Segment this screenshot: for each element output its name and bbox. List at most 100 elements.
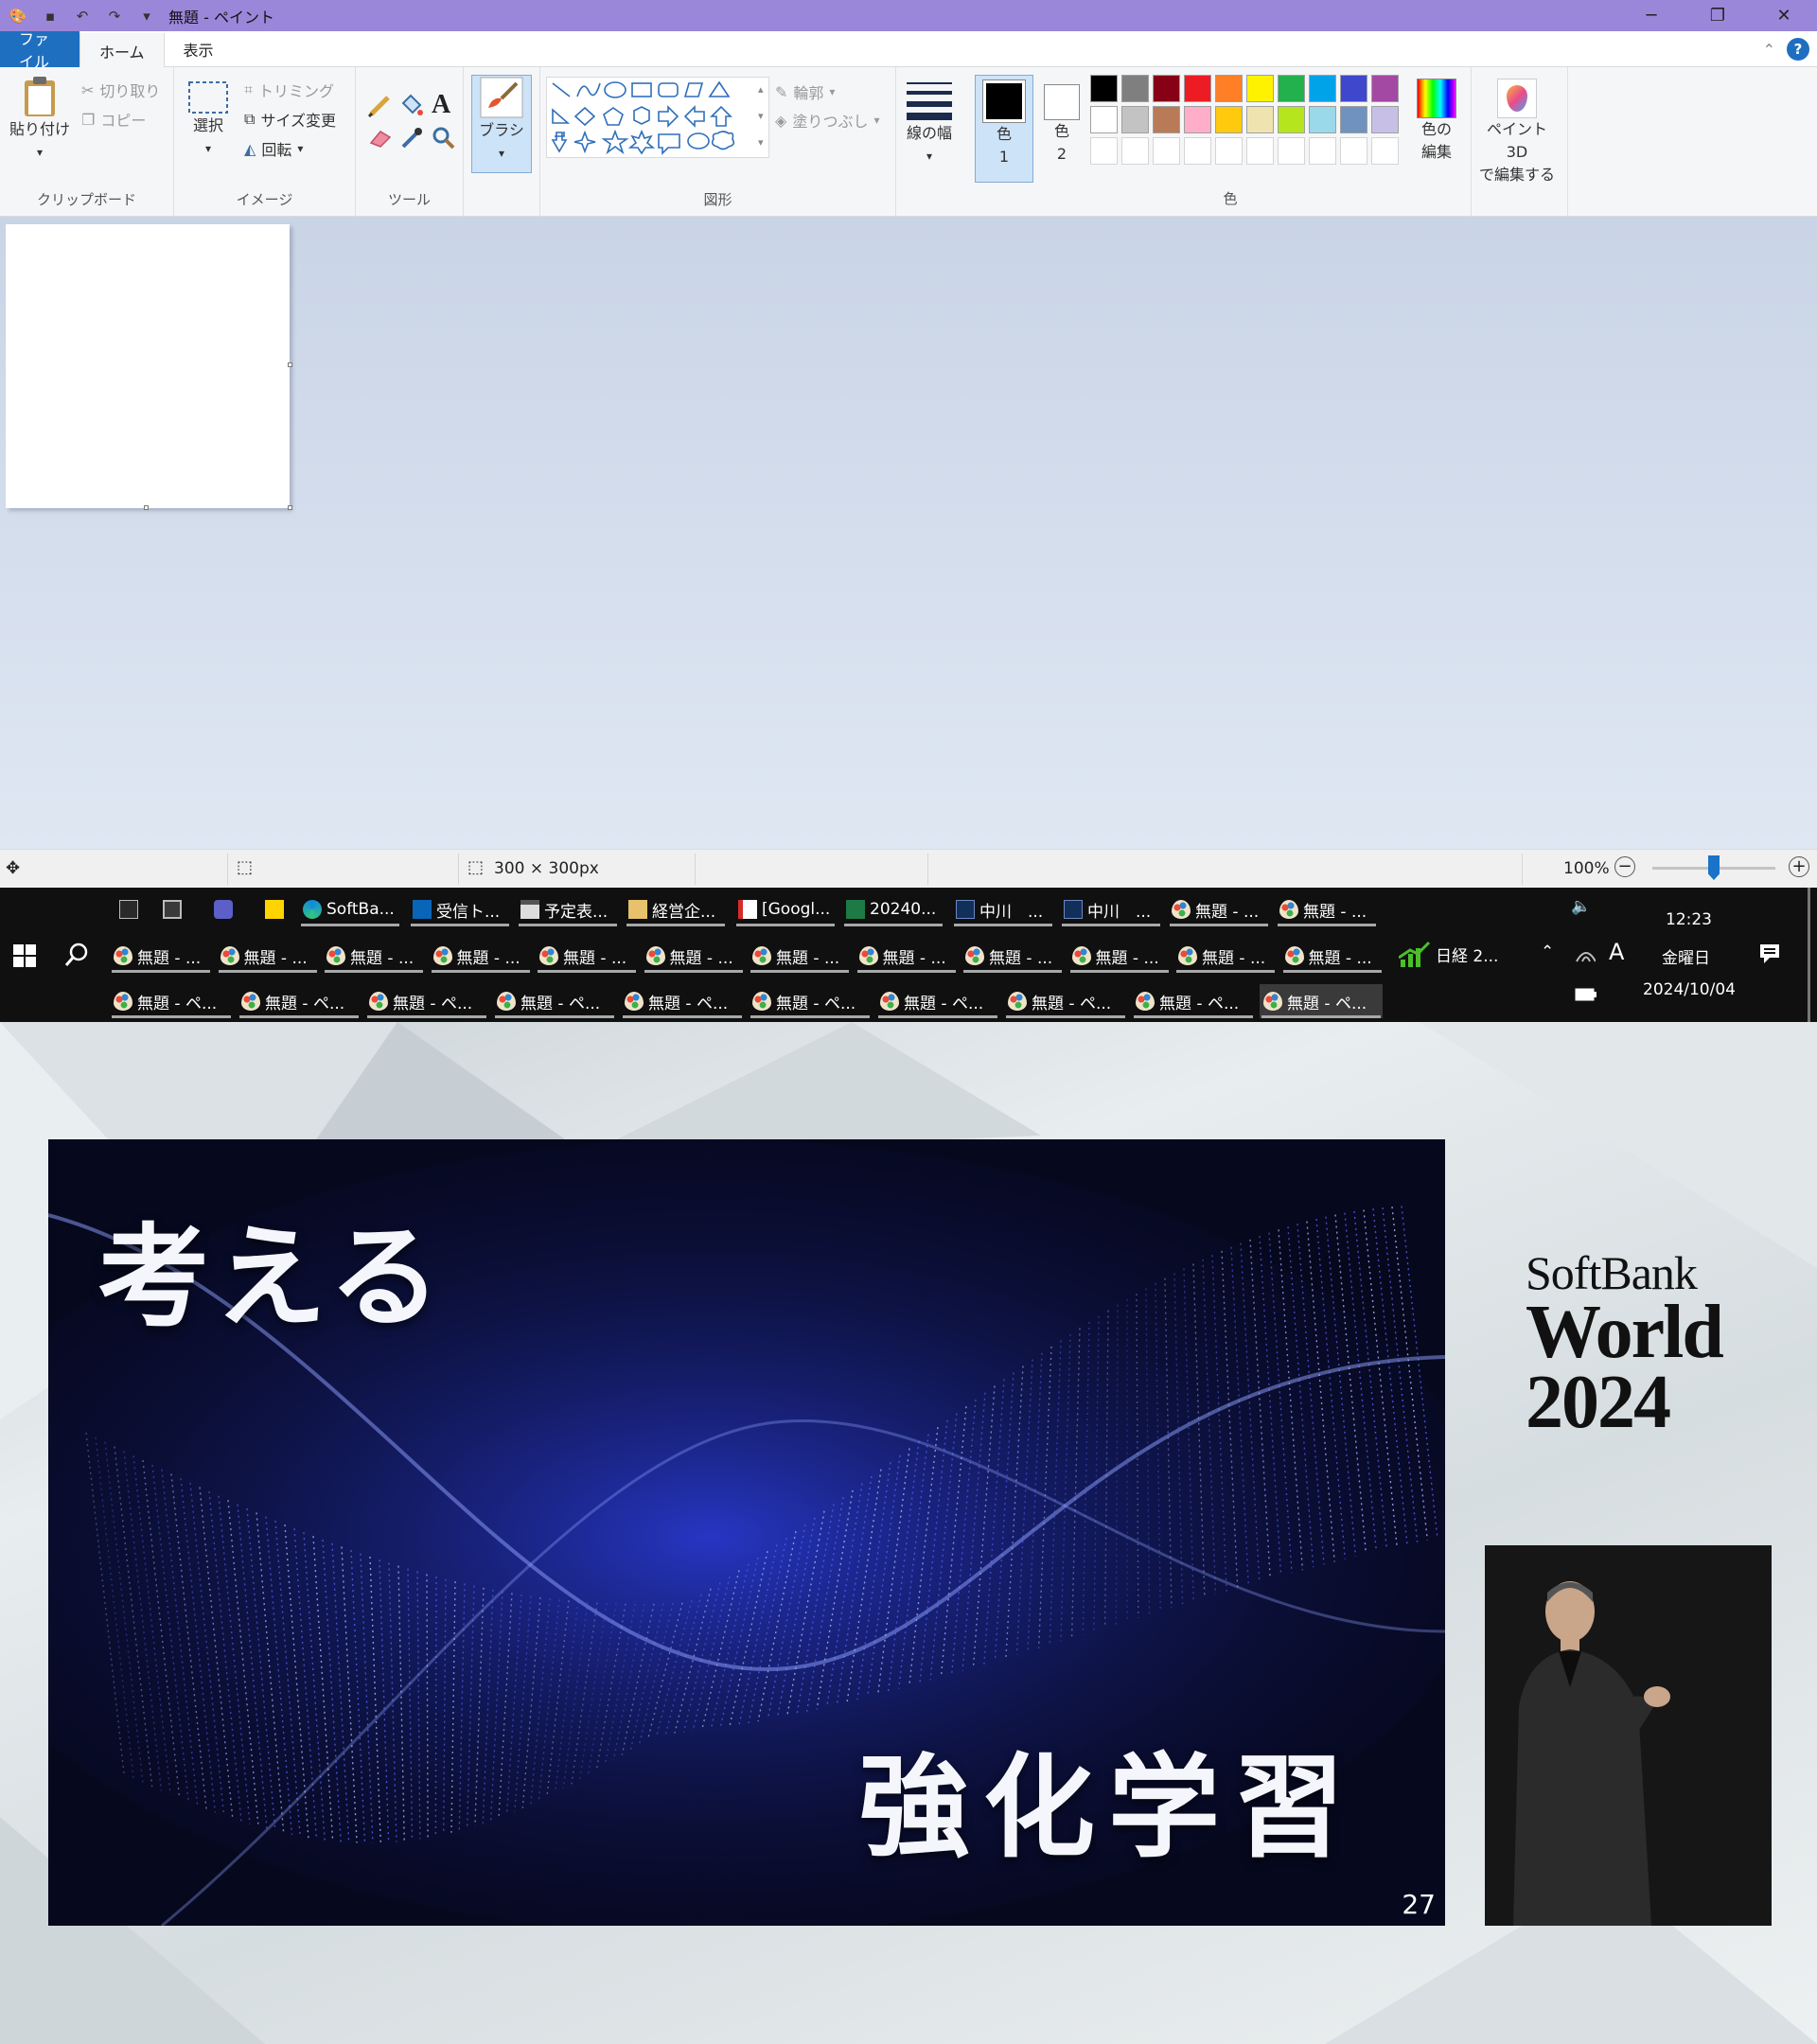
show-desktop-button[interactable] — [1808, 888, 1810, 1022]
rotate-button[interactable]: ◭ 回転 ▾ — [244, 137, 303, 160]
custom-color-slot[interactable] — [1246, 137, 1274, 165]
battery-icon[interactable] — [1575, 988, 1597, 1001]
taskbar-button[interactable]: 無題 - ... — [1174, 939, 1277, 973]
fill-button[interactable]: ◈ 塗りつぶし ▾ — [775, 109, 880, 132]
pencil-icon[interactable] — [367, 94, 392, 118]
taskbar-button[interactable]: 無題 - ... — [643, 939, 745, 973]
custom-color-slot[interactable] — [1371, 137, 1399, 165]
palette-swatch[interactable] — [1278, 75, 1305, 102]
clock-time[interactable]: 12:23 — [1666, 910, 1712, 929]
palette-swatch[interactable] — [1340, 75, 1367, 102]
taskbar-button[interactable]: 無題 - ... — [430, 939, 532, 973]
taskbar-button[interactable] — [210, 892, 248, 926]
taskbar-button[interactable]: 予定表... — [517, 892, 619, 926]
taskbar-button[interactable]: 無題 - ... — [749, 939, 851, 973]
taskbar-button[interactable]: 無題 - ペ... — [621, 984, 744, 1018]
taskbar-button[interactable] — [261, 892, 299, 926]
collapse-ribbon-icon[interactable]: ⌃ — [1763, 41, 1775, 59]
taskbar-button[interactable]: 経営企... — [625, 892, 727, 926]
ime-indicator[interactable]: A — [1609, 939, 1624, 965]
custom-color-slot[interactable] — [1153, 137, 1180, 165]
palette-swatch[interactable] — [1340, 106, 1367, 133]
taskbar-button[interactable]: 無題 - ペ... — [749, 984, 872, 1018]
tab-home[interactable]: ホーム — [79, 33, 165, 69]
palette-swatch[interactable] — [1371, 106, 1399, 133]
taskbar-button[interactable] — [159, 892, 197, 926]
palette-swatch[interactable] — [1090, 106, 1118, 133]
taskbar-button[interactable]: 無題 - ペ... — [493, 984, 616, 1018]
taskbar-button[interactable]: 無題 - ... — [110, 939, 212, 973]
taskbar-button[interactable]: 無題 - ペ... — [876, 984, 999, 1018]
taskbar-button[interactable]: 無題 - ペ... — [1260, 984, 1383, 1018]
taskbar-button[interactable]: 無題 - ... — [217, 939, 319, 973]
taskbar-button[interactable]: 無題 - ... — [536, 939, 638, 973]
palette-swatch[interactable] — [1246, 75, 1274, 102]
custom-color-slot[interactable] — [1184, 137, 1211, 165]
tab-view[interactable]: 表示 — [165, 31, 233, 67]
shape-icons[interactable] — [547, 78, 770, 159]
custom-color-slot[interactable] — [1309, 137, 1336, 165]
zoom-in-button[interactable]: + — [1789, 856, 1809, 877]
taskbar-button[interactable]: 中川 ... — [1060, 892, 1162, 926]
color1-button[interactable]: 色 1 — [975, 75, 1033, 183]
paint3d-button[interactable]: ペイント 3D で編集する — [1476, 79, 1558, 186]
brushes-button[interactable]: ブラシ ▾ — [471, 75, 532, 173]
custom-color-slot[interactable] — [1278, 137, 1305, 165]
clock-weekday[interactable]: 金曜日 — [1662, 944, 1710, 968]
taskbar-button[interactable]: 無題 - ペ... — [1004, 984, 1127, 1018]
taskbar-button[interactable]: 無題 - ... — [1068, 939, 1171, 973]
taskbar-button[interactable]: 無題 - ... — [1168, 892, 1270, 926]
fill-bucket-icon[interactable] — [397, 92, 424, 118]
show-hidden-icons-icon[interactable]: ⌃ — [1541, 943, 1554, 961]
shapes-scroll[interactable]: ▴ ▾ ▾ — [758, 77, 764, 156]
paint-app-icon[interactable]: 🎨 — [8, 6, 28, 26]
taskbar-button[interactable]: 20240... — [842, 892, 944, 926]
edit-colors-button[interactable]: 色の 編集 — [1410, 79, 1463, 164]
palette-swatch[interactable] — [1215, 75, 1243, 102]
palette-swatch[interactable] — [1090, 75, 1118, 102]
taskbar-button[interactable]: 無題 - ... — [856, 939, 958, 973]
paste-dropdown-icon[interactable]: ▾ — [37, 141, 43, 164]
select-dropdown-icon[interactable]: ▾ — [205, 137, 211, 160]
outline-button[interactable]: ✎ 輪郭 ▾ — [775, 80, 835, 103]
custom-color-slot[interactable] — [1090, 137, 1118, 165]
palette-swatch[interactable] — [1153, 106, 1180, 133]
taskbar-button[interactable]: 無題 - ... — [1281, 939, 1384, 973]
drawing-canvas[interactable] — [6, 224, 290, 508]
stock-widget[interactable]: 日経 2... — [1395, 937, 1518, 971]
palette-swatch[interactable] — [1309, 106, 1336, 133]
taskbar-button[interactable] — [115, 892, 153, 926]
action-center-icon[interactable] — [1758, 943, 1781, 965]
resize-handle-corner[interactable] — [288, 505, 292, 510]
eraser-icon[interactable] — [367, 128, 394, 149]
taskbar-button[interactable]: 無題 - ペ... — [1132, 984, 1255, 1018]
taskbar-button[interactable]: 無題 - ペ... — [365, 984, 488, 1018]
redo-icon[interactable]: ↷ — [104, 6, 125, 26]
resize-handle-right[interactable] — [288, 362, 292, 367]
palette-swatch[interactable] — [1153, 75, 1180, 102]
taskbar-button[interactable]: 無題 - ... — [323, 939, 425, 973]
taskbar-button[interactable]: 中川 ... — [952, 892, 1054, 926]
taskbar-button[interactable]: [Googl... — [734, 892, 837, 926]
windows-start-icon[interactable] — [13, 944, 36, 967]
undo-icon[interactable]: ↶ — [72, 6, 93, 26]
zoom-slider-thumb[interactable] — [1708, 855, 1720, 880]
paste-button[interactable]: 貼り付け ▾ — [9, 75, 70, 164]
palette-swatch[interactable] — [1278, 106, 1305, 133]
taskbar-button[interactable]: 無題 - ... — [961, 939, 1064, 973]
custom-color-slot[interactable] — [1121, 137, 1149, 165]
wifi-icon[interactable] — [1575, 944, 1596, 963]
volume-icon[interactable]: 🔈 — [1571, 897, 1591, 916]
search-icon[interactable] — [64, 943, 89, 967]
custom-color-slot[interactable] — [1215, 137, 1243, 165]
palette-swatch[interactable] — [1246, 106, 1274, 133]
palette-swatch[interactable] — [1121, 75, 1149, 102]
taskbar-button[interactable]: 無題 - ペ... — [110, 984, 233, 1018]
clock-date[interactable]: 2024/10/04 — [1643, 980, 1736, 999]
magnifier-icon[interactable] — [432, 126, 456, 150]
palette-swatch[interactable] — [1121, 106, 1149, 133]
palette-swatch[interactable] — [1371, 75, 1399, 102]
color-picker-icon[interactable] — [399, 126, 424, 150]
zoom-out-button[interactable]: − — [1614, 856, 1635, 877]
taskbar-button[interactable]: SoftBa... — [299, 892, 401, 926]
